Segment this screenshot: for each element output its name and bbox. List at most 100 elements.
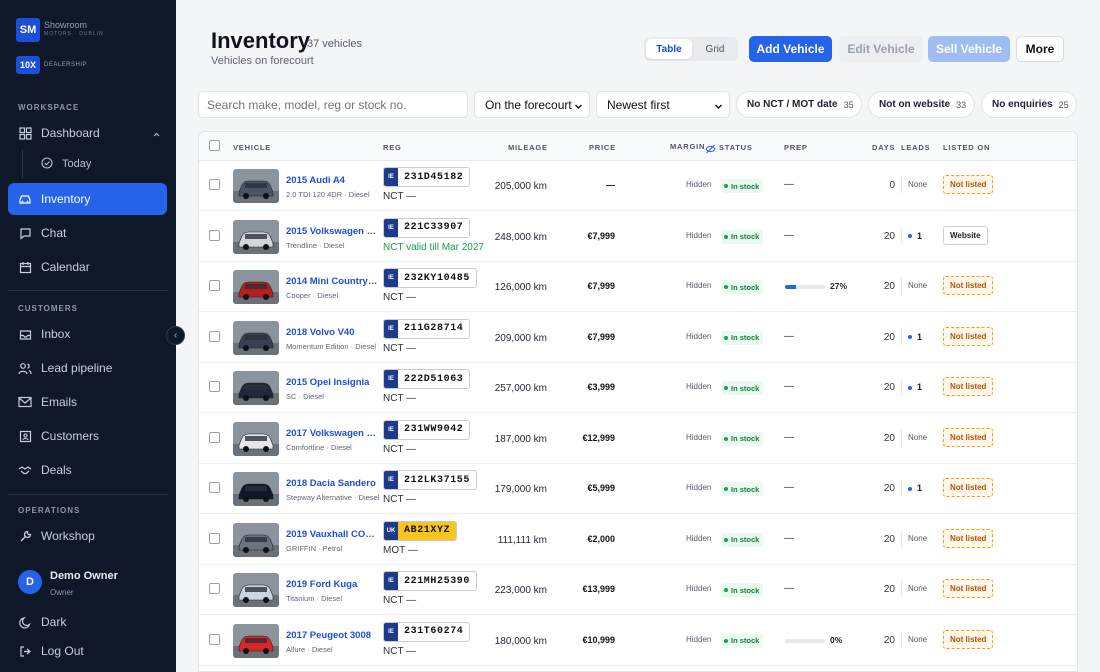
leads-value[interactable]: None	[908, 180, 927, 189]
table-row[interactable]: 2017 Volkswagen Passat Comfortline · Dies…	[199, 414, 1077, 464]
vehicle-name-link[interactable]: 2015 Audi A4	[286, 175, 378, 186]
leads-value[interactable]: None	[908, 635, 927, 644]
table-row[interactable]: 2018 Volvo V40 Momentum Edition · Diesel I…	[199, 313, 1077, 363]
table-row[interactable]: 2015 Opel Insignia SC · Diesel IE 222D51063…	[199, 363, 1077, 413]
vehicle-name-link[interactable]: 2017 Volkswagen Passat	[286, 428, 378, 439]
leads-value[interactable]: None	[908, 584, 927, 593]
vehicle-name-link[interactable]: 2014 Mini Countryman	[286, 276, 378, 287]
collapse-sidebar-button[interactable]: ‹	[166, 326, 185, 345]
col-leads[interactable]: LEADS	[901, 143, 930, 152]
theme-toggle-dark[interactable]: Dark	[8, 606, 167, 638]
col-mileage[interactable]: MILEAGE	[508, 143, 548, 152]
listed-on-badge[interactable]: Not listed	[943, 528, 994, 548]
user-profile[interactable]: D Demo Owner Owner	[18, 570, 118, 597]
row-checkbox[interactable]	[209, 633, 220, 645]
row-checkbox[interactable]	[209, 532, 220, 544]
row-checkbox[interactable]	[209, 330, 220, 342]
row-checkbox[interactable]	[209, 280, 220, 291]
select-all-checkbox[interactable]	[209, 140, 220, 151]
col-status[interactable]: STATUS	[719, 143, 753, 152]
nav-lead-pipeline[interactable]: Lead pipeline	[8, 352, 167, 384]
vehicle-photo[interactable]	[233, 522, 279, 557]
listed-on-badge[interactable]: Not listed	[943, 478, 994, 497]
col-margin[interactable]: MARGIN	[670, 142, 705, 151]
row-checkbox[interactable]	[209, 381, 220, 392]
table-row[interactable]: 2019 Ford Kuga Titanium · Diesel IE 221MH25…	[199, 565, 1077, 615]
eye-off-icon[interactable]	[705, 141, 716, 159]
vehicle-photo[interactable]	[233, 573, 279, 607]
nav-today[interactable]: Today	[22, 150, 166, 178]
vehicle-name-link[interactable]: 2015 Volkswagen Golf	[286, 226, 378, 237]
row-checkbox[interactable]	[209, 482, 220, 493]
vehicle-name-link[interactable]: 2018 Volvo V40	[286, 327, 378, 338]
vehicle-photo[interactable]	[233, 320, 279, 355]
leads-value[interactable]: None	[908, 281, 927, 290]
table-row[interactable]: 2019 Vauxhall CORSA GRIFFIN · Petrol UK AB2…	[199, 515, 1077, 565]
listed-on-badge[interactable]: Not listed	[943, 629, 994, 649]
leads-value[interactable]: 1	[908, 382, 922, 392]
location-select[interactable]: On the forecourt	[474, 91, 590, 118]
brand-logo[interactable]: SM Showroom MOTORS · DUBLIN	[16, 18, 103, 42]
col-vehicle[interactable]: VEHICLE	[233, 143, 271, 152]
table-row[interactable]: 2015 Audi A4 2.0 TDI 120 4DR · Diesel IE 23…	[199, 161, 1077, 211]
vehicle-photo[interactable]	[233, 421, 279, 456]
row-checkbox[interactable]	[209, 431, 220, 443]
vehicle-photo[interactable]	[233, 219, 279, 254]
more-button[interactable]: More	[1016, 36, 1064, 62]
filter-chip-no-enquiries[interactable]: No enquiries 25	[981, 91, 1077, 118]
filter-chip-no-nct[interactable]: No NCT / MOT date 35	[736, 91, 862, 118]
col-listed-on[interactable]: LISTED ON	[943, 143, 990, 152]
vehicle-photo[interactable]	[233, 623, 279, 658]
sort-select[interactable]: Newest first	[596, 91, 730, 118]
edit-vehicle-button[interactable]: Edit Vehicle	[839, 36, 923, 62]
vehicle-name-link[interactable]: 2015 Opel Insignia	[286, 377, 378, 388]
nav-inbox[interactable]: Inbox	[8, 318, 167, 350]
nav-dashboard[interactable]: Dashboard	[8, 117, 167, 149]
filter-chip-not-on-website[interactable]: Not on website 33	[868, 91, 975, 118]
leads-value[interactable]: 1	[908, 231, 922, 241]
listed-on-badge[interactable]: Not listed	[943, 276, 994, 295]
nav-inventory[interactable]: Inventory	[8, 183, 167, 215]
view-grid-button[interactable]: Grid	[694, 39, 736, 59]
add-vehicle-button[interactable]: Add Vehicle	[749, 36, 832, 62]
table-row[interactable]: 2018 Dacia Sandero Stepway Alternative · …	[199, 464, 1077, 514]
listed-on-badge[interactable]: Not listed	[943, 377, 994, 396]
table-row[interactable]: 2015 Volkswagen Golf Trendline · Diesel IE…	[199, 212, 1077, 262]
logout-button[interactable]: Log Out	[8, 635, 167, 667]
vehicle-name-link[interactable]: 2019 Vauxhall CORSA	[286, 529, 378, 540]
col-prep[interactable]: PREP	[784, 143, 808, 152]
vehicle-name-link[interactable]: 2017 Peugeot 3008	[286, 630, 378, 641]
row-checkbox[interactable]	[209, 583, 220, 594]
leads-value[interactable]: None	[908, 433, 927, 442]
nav-workshop[interactable]: Workshop	[8, 520, 167, 552]
nav-customers[interactable]: Customers	[8, 420, 167, 452]
nav-chat[interactable]: Chat	[8, 217, 167, 249]
listed-on-badge[interactable]: Not listed	[943, 326, 994, 346]
view-table-button[interactable]: Table	[646, 39, 692, 59]
table-row[interactable]: 2017 Peugeot 3008 Allure · Diesel IE 231T60…	[199, 616, 1077, 666]
listed-on-badge[interactable]: Not listed	[943, 175, 994, 194]
listed-on-badge[interactable]: Not listed	[943, 427, 994, 447]
nav-calendar[interactable]: Calendar	[8, 251, 167, 283]
nav-deals[interactable]: Deals	[8, 454, 167, 486]
row-checkbox[interactable]	[209, 179, 220, 190]
vehicle-name-link[interactable]: 2019 Ford Kuga	[286, 579, 378, 590]
vehicle-photo[interactable]	[233, 371, 279, 405]
vehicle-photo[interactable]	[233, 270, 279, 304]
vehicle-photo[interactable]	[233, 169, 279, 203]
sell-vehicle-button[interactable]: Sell Vehicle	[928, 36, 1010, 62]
leads-value[interactable]: 1	[908, 332, 922, 342]
col-days[interactable]: DAYS	[872, 143, 895, 152]
vehicle-name-link[interactable]: 2018 Dacia Sandero	[286, 478, 378, 489]
table-row[interactable]: 2014 Mini Countryman Cooper · Diesel IE 232…	[199, 262, 1077, 312]
row-checkbox[interactable]	[209, 229, 220, 241]
listed-on-badge[interactable]: Not listed	[943, 579, 994, 598]
leads-value[interactable]: None	[908, 534, 927, 543]
nav-emails[interactable]: Emails	[8, 386, 167, 418]
leads-value[interactable]: 1	[908, 483, 922, 493]
col-reg[interactable]: REG	[383, 143, 402, 152]
search-input[interactable]	[198, 91, 468, 118]
listed-on-badge[interactable]: Website	[943, 225, 988, 245]
vehicle-photo[interactable]	[233, 472, 279, 506]
chevron-up-icon[interactable]	[152, 128, 161, 142]
